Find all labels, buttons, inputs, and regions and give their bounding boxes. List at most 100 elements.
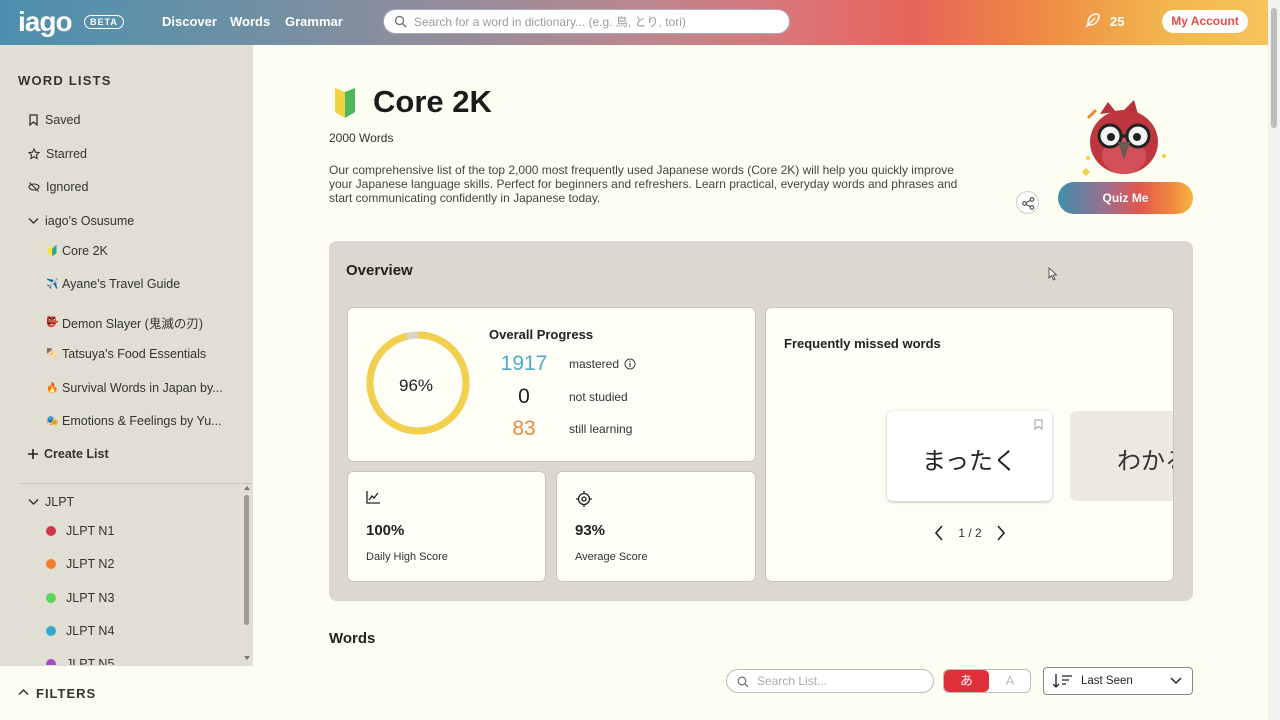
sidebar-item-jlpt-n1[interactable]: JLPT N1 xyxy=(46,524,114,538)
dictionary-search-input[interactable] xyxy=(414,13,784,31)
chevron-down-icon xyxy=(1170,677,1182,685)
sidebar-item-label: Survival Words in Japan by... xyxy=(62,381,223,395)
nav-grammar[interactable]: Grammar xyxy=(285,14,343,29)
list-emoji: 👺 xyxy=(46,317,59,328)
sidebar-item-saved[interactable]: Saved xyxy=(28,113,80,127)
create-list-button[interactable]: Create List xyxy=(28,447,109,461)
sort-value: Last Seen xyxy=(1081,675,1133,687)
sidebar-group-osusume[interactable]: iago's Osusume xyxy=(28,214,134,228)
average-score-value: 93% xyxy=(575,522,606,539)
mastered-label-row: mastered xyxy=(569,357,636,371)
still-learning-label: still learning xyxy=(569,422,633,436)
sidebar-item-jlpt-n2[interactable]: JLPT N2 xyxy=(46,557,114,571)
search-icon xyxy=(394,15,407,28)
mastered-label: mastered xyxy=(569,357,620,371)
list-description: Our comprehensive list of the top 2,000 … xyxy=(329,163,958,205)
level-dot xyxy=(46,559,56,569)
quiz-me-button[interactable]: Quiz Me xyxy=(1058,182,1193,214)
sidebar-item-emotions[interactable]: 🎭 Emotions & Feelings by Yu... xyxy=(46,414,222,428)
still-learning-count: 83 xyxy=(512,417,536,440)
chevron-down-icon xyxy=(28,218,39,224)
sidebar-item-survival-words[interactable]: 🔥 Survival Words in Japan by... xyxy=(46,381,223,395)
logo[interactable]: iago xyxy=(18,6,73,38)
sidebar-item-ignored[interactable]: Ignored xyxy=(28,180,88,194)
share-button[interactable] xyxy=(1016,191,1039,214)
chevron-up-icon xyxy=(18,688,29,696)
progress-percent: 96% xyxy=(399,376,434,395)
sidebar-item-jlpt-n3[interactable]: JLPT N3 xyxy=(46,591,114,605)
mastered-count: 1917 xyxy=(500,352,548,375)
chevron-left-icon[interactable] xyxy=(934,525,944,541)
page-scrollbar-thumb[interactable] xyxy=(1271,8,1277,128)
info-icon[interactable] xyxy=(624,358,636,370)
overview-title: Overview xyxy=(346,262,413,279)
sidebar-item-label: Ignored xyxy=(46,180,89,194)
bookmark-icon xyxy=(29,114,38,126)
list-search-input[interactable] xyxy=(757,673,927,689)
flashcard[interactable]: まったく xyxy=(887,411,1052,501)
sort-icon xyxy=(1053,674,1072,688)
level-dot xyxy=(46,593,56,603)
level-dot xyxy=(46,526,56,536)
coin-count: 25 xyxy=(1110,14,1125,29)
sidebar-group-jlpt[interactable]: JLPT xyxy=(28,495,74,509)
mascot-owl-image xyxy=(1082,100,1166,176)
sidebar-item-label: Core 2K xyxy=(62,244,108,258)
page-scrollbar[interactable] xyxy=(1268,0,1280,720)
sidebar-group-label: JLPT xyxy=(45,495,75,509)
list-emoji: 🎭 xyxy=(46,415,59,427)
beginner-mark-icon xyxy=(335,88,355,118)
filters-toggle[interactable]: FILTERS xyxy=(0,665,253,720)
sidebar-item-label: Emotions & Feelings by Yu... xyxy=(62,414,222,428)
sidebar-item-demon-slayer[interactable]: 👺 Demon Slayer (鬼滅の刃) xyxy=(46,313,203,332)
overall-progress-title: Overall Progress xyxy=(489,327,594,342)
sidebar-item-label: JLPT N4 xyxy=(66,624,115,638)
top-header: iago BETA Discover Words Grammar 25 My A… xyxy=(0,0,1268,45)
eye-off-icon xyxy=(28,182,40,192)
my-account-button[interactable]: My Account xyxy=(1162,10,1248,33)
sidebar-scrollbar-thumb[interactable] xyxy=(244,495,249,625)
sidebar-item-label: JLPT N2 xyxy=(66,557,115,571)
scroll-down-icon[interactable] xyxy=(243,655,251,661)
nav-discover[interactable]: Discover xyxy=(162,14,217,29)
search-icon xyxy=(737,676,749,688)
list-search[interactable] xyxy=(726,669,934,693)
sidebar-item-label: Starred xyxy=(46,147,87,161)
page-indicator: 1 / 2 xyxy=(958,526,982,540)
not-studied-label: not studied xyxy=(569,390,628,404)
flashcard-word: まったく xyxy=(921,448,1018,475)
sidebar-scrollbar[interactable] xyxy=(242,483,252,663)
line-chart-icon xyxy=(366,491,380,504)
create-list-label: Create List xyxy=(44,447,109,461)
sidebar-item-core-2k[interactable]: 🔰 Core 2K xyxy=(46,244,108,258)
script-toggle[interactable]: あ A xyxy=(943,669,1031,693)
nav-words[interactable]: Words xyxy=(230,14,270,29)
flashcard-word: わかる xyxy=(1117,448,1173,475)
sort-select[interactable]: Last Seen xyxy=(1043,667,1193,695)
filters-label: FILTERS xyxy=(36,686,97,701)
list-emoji: 🔰 xyxy=(46,245,59,257)
plus-icon xyxy=(28,449,38,459)
missed-words-pager: 1 / 2 xyxy=(930,524,1010,542)
bookmark-icon[interactable] xyxy=(1034,419,1043,430)
sidebar-item-label: JLPT N3 xyxy=(66,591,115,605)
not-studied-count: 0 xyxy=(518,385,530,408)
sidebar-item-starred[interactable]: Starred xyxy=(28,147,87,161)
scroll-up-icon[interactable] xyxy=(243,485,251,491)
sidebar-item-jlpt-n4[interactable]: JLPT N4 xyxy=(46,624,114,638)
sidebar-item-food-essentials[interactable]: 🍢 Tatsuya's Food Essentials xyxy=(46,347,206,361)
sidebar-divider xyxy=(18,483,253,484)
kana-toggle-option[interactable]: あ xyxy=(944,670,989,692)
sidebar-item-label: Tatsuya's Food Essentials xyxy=(62,347,207,361)
daily-high-value: 100% xyxy=(366,522,405,539)
sidebar-item-label: Saved xyxy=(45,113,81,127)
flashcard[interactable]: わかる xyxy=(1070,411,1173,501)
sidebar-item-travel-guide[interactable]: ✈️ Ayane's Travel Guide xyxy=(46,277,180,291)
dictionary-search[interactable] xyxy=(383,9,790,34)
share-icon xyxy=(1022,197,1035,210)
chevron-right-icon[interactable] xyxy=(996,525,1006,541)
sidebar-item-label: Ayane's Travel Guide xyxy=(62,277,181,291)
words-heading: Words xyxy=(329,630,376,647)
frequently-missed-title: Frequently missed words xyxy=(784,336,941,351)
romaji-toggle-option[interactable]: A xyxy=(989,670,1030,692)
